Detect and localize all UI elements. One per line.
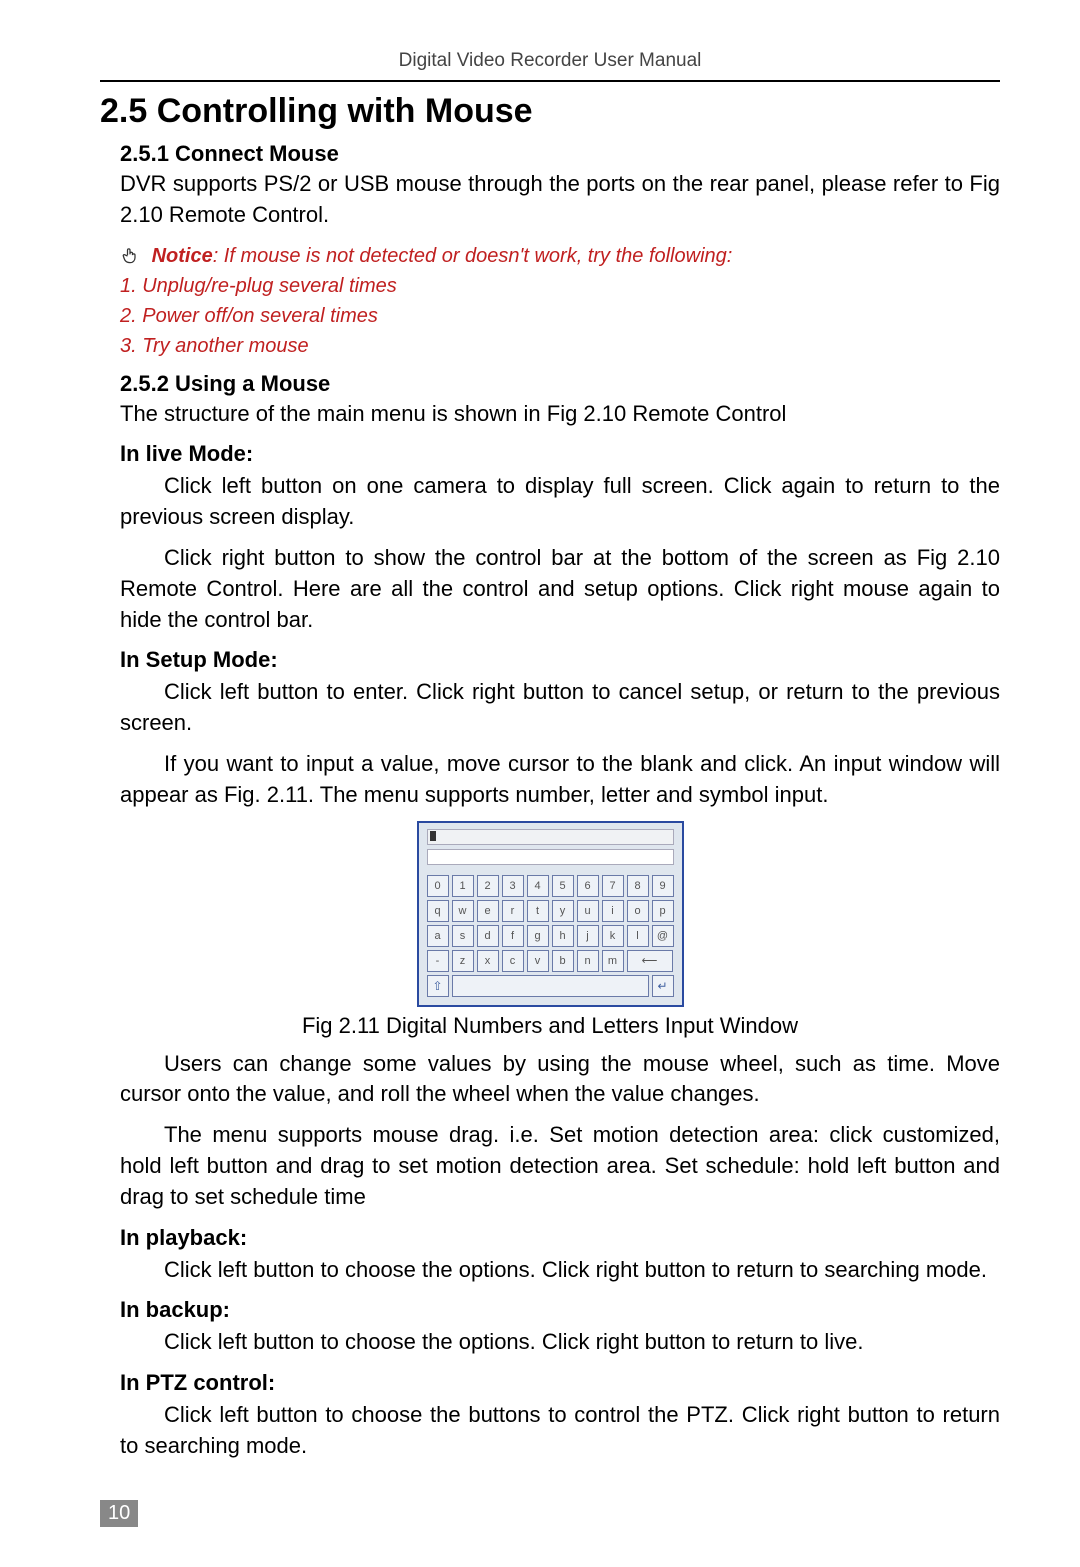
onscreen-keyboard: 0 1 2 3 4 5 6 7 8 9 q w e r t y u i o [417,821,684,1007]
key-3[interactable]: 3 [502,875,524,897]
key-dash[interactable]: - [427,950,449,972]
key-b[interactable]: b [552,950,574,972]
heading-ptz: In PTZ control: [120,1370,1000,1396]
key-t[interactable]: t [527,900,549,922]
ptz-p: Click left button to choose the buttons … [120,1400,1000,1462]
keyboard-row-4: - z x c v b n m ⟵ [427,950,674,972]
keyboard-row-1: 0 1 2 3 4 5 6 7 8 9 [427,875,674,897]
keyboard-titlebar [427,829,674,845]
after-fig-p2: The menu supports mouse drag. i.e. Set m… [120,1120,1000,1212]
key-1[interactable]: 1 [452,875,474,897]
key-c[interactable]: c [502,950,524,972]
key-n[interactable]: n [577,950,599,972]
subsection-using-mouse: 2.5.2 Using a Mouse [120,371,1000,397]
playback-p: Click left button to choose the options.… [120,1255,1000,1286]
key-at[interactable]: @ [652,925,674,947]
keyboard-row-2: q w e r t y u i o p [427,900,674,922]
key-r[interactable]: r [502,900,524,922]
key-z[interactable]: z [452,950,474,972]
running-header: Digital Video Recorder User Manual [100,50,1000,72]
key-6[interactable]: 6 [577,875,599,897]
key-e[interactable]: e [477,900,499,922]
key-backspace[interactable]: ⟵ [627,950,673,972]
key-l[interactable]: l [627,925,649,947]
notice-item-1: 1. Unplug/re-plug several times [120,271,1000,301]
figure-2-11: 0 1 2 3 4 5 6 7 8 9 q w e r t y u i o [100,821,1000,1039]
notice-header-line: Notice: If mouse is not detected or does… [120,241,1000,271]
page-number: 10 [100,1500,138,1527]
key-9[interactable]: 9 [652,875,674,897]
setup-mode-p2: If you want to input a value, move curso… [120,749,1000,811]
key-u[interactable]: u [577,900,599,922]
key-m[interactable]: m [602,950,624,972]
connect-mouse-paragraph: DVR supports PS/2 or USB mouse through t… [120,169,1000,231]
key-i[interactable]: i [602,900,624,922]
keyboard-row-3: a s d f g h j k l @ [427,925,674,947]
key-space[interactable] [452,975,649,997]
setup-mode-p1: Click left button to enter. Click right … [120,677,1000,739]
key-w[interactable]: w [452,900,474,922]
subsection-connect-mouse: 2.5.1 Connect Mouse [120,141,1000,167]
key-7[interactable]: 7 [602,875,624,897]
hand-pointer-icon [120,245,140,267]
backup-p: Click left button to choose the options.… [120,1327,1000,1358]
live-mode-p2: Click right button to show the control b… [120,543,1000,635]
section-title: 2.5 Controlling with Mouse [100,92,1000,131]
heading-live-mode: In live Mode: [120,441,1000,467]
header-rule [100,80,1000,82]
key-f[interactable]: f [502,925,524,947]
key-d[interactable]: d [477,925,499,947]
key-5[interactable]: 5 [552,875,574,897]
key-s[interactable]: s [452,925,474,947]
manual-page: Digital Video Recorder User Manual 2.5 C… [0,0,1080,1567]
key-a[interactable]: a [427,925,449,947]
figure-caption: Fig 2.11 Digital Numbers and Letters Inp… [100,1013,1000,1039]
key-p[interactable]: p [652,900,674,922]
key-g[interactable]: g [527,925,549,947]
key-8[interactable]: 8 [627,875,649,897]
key-y[interactable]: y [552,900,574,922]
key-j[interactable]: j [577,925,599,947]
key-shift[interactable]: ⇧ [427,975,449,997]
live-mode-p1: Click left button on one camera to displ… [120,471,1000,533]
key-4[interactable]: 4 [527,875,549,897]
key-k[interactable]: k [602,925,624,947]
key-enter[interactable]: ↵ [652,975,674,997]
heading-playback: In playback: [120,1225,1000,1251]
using-mouse-intro: The structure of the main menu is shown … [120,399,1000,430]
after-fig-p1: Users can change some values by using th… [120,1049,1000,1111]
keyboard-input-field[interactable] [427,849,674,865]
keyboard-row-5: ⇧ ↵ [427,975,674,997]
key-2[interactable]: 2 [477,875,499,897]
key-o[interactable]: o [627,900,649,922]
notice-rest: : If mouse is not detected or doesn't wo… [213,245,733,267]
key-0[interactable]: 0 [427,875,449,897]
notice-label: Notice [152,245,213,267]
heading-setup-mode: In Setup Mode: [120,647,1000,673]
notice-item-3: 3. Try another mouse [120,331,1000,361]
key-h[interactable]: h [552,925,574,947]
key-q[interactable]: q [427,900,449,922]
notice-block: Notice: If mouse is not detected or does… [120,241,1000,361]
key-x[interactable]: x [477,950,499,972]
notice-item-2: 2. Power off/on several times [120,301,1000,331]
key-v[interactable]: v [527,950,549,972]
heading-backup: In backup: [120,1297,1000,1323]
